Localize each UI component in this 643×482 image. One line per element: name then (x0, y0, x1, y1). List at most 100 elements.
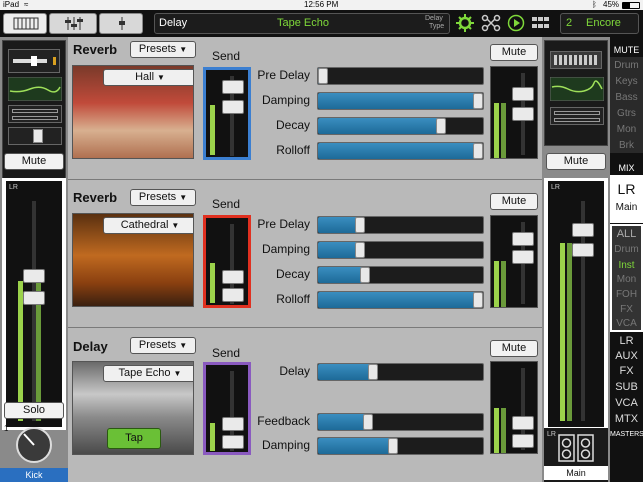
return-knob-alt[interactable] (512, 434, 534, 448)
send-label: Send (212, 197, 241, 211)
bus-item[interactable]: LR (610, 335, 643, 347)
main-bus-tile[interactable]: LR Main (544, 428, 608, 482)
view-item[interactable]: VCA (610, 318, 643, 329)
view-item[interactable]: Drum (610, 244, 643, 255)
return-knob-alt[interactable] (512, 107, 534, 121)
mute-group-item[interactable]: Drum (610, 60, 643, 71)
mute-group-item[interactable]: Brk (610, 140, 643, 151)
presets-button[interactable]: Presets ▼ (130, 189, 196, 206)
send-meter (210, 263, 215, 303)
masters-label[interactable]: MASTERS (610, 431, 643, 438)
master-mute-button[interactable]: Mute (546, 153, 606, 170)
param-slider[interactable] (317, 413, 484, 431)
return-knob[interactable] (512, 87, 534, 101)
mute-button[interactable]: Mute (490, 340, 538, 357)
return-knob-alt[interactable] (512, 250, 534, 264)
mixer-view-button[interactable] (49, 13, 97, 34)
mix-title: MIX (618, 163, 635, 173)
param-slider[interactable] (317, 67, 484, 85)
send-knob[interactable] (222, 80, 244, 94)
master-fader-knob[interactable] (572, 223, 594, 237)
left-channel-strip: Mute LR Solo 1 Kick (0, 37, 68, 482)
channel-number: 1 (4, 424, 9, 433)
view-item[interactable]: ALL (610, 228, 643, 240)
param-slider[interactable] (317, 437, 484, 455)
bus-item[interactable]: AUX (610, 350, 643, 362)
mute-group-item[interactable]: Mon (610, 124, 643, 135)
fader-knob[interactable] (23, 269, 45, 283)
master-overview[interactable] (544, 40, 608, 146)
side-navigation: MUTE Drum Keys Bass Gtrs Mon Brk MIX LR … (610, 37, 643, 482)
return-knob[interactable] (512, 232, 534, 246)
lr-main-tile[interactable]: LR Main (610, 175, 643, 223)
view-item[interactable]: FX (610, 304, 643, 315)
fader-knob-alt[interactable] (23, 291, 45, 305)
return-meter (494, 103, 499, 158)
mute-group-item[interactable]: Keys (610, 76, 643, 87)
eq-thumb (8, 77, 62, 101)
param-slider[interactable] (317, 142, 484, 160)
fx-title-bar[interactable]: Delay Tape Echo Delay Type (154, 13, 450, 34)
eq-thumb (550, 77, 604, 101)
return-fader[interactable] (490, 215, 538, 308)
gear-icon[interactable] (456, 14, 474, 32)
preset-dropdown[interactable]: Hall ▼ (103, 69, 193, 86)
param-label: Feedback (257, 414, 310, 428)
status-bar: iPad ≈ 12:56 PM ᛒ 45% (0, 0, 643, 10)
routing-icon[interactable] (481, 14, 501, 32)
gain-knob-icon[interactable] (14, 425, 54, 465)
mute-groups-title: MUTE (613, 45, 640, 55)
preset-dropdown[interactable]: Cathedral ▼ (103, 217, 193, 234)
clock: 12:56 PM (304, 0, 339, 9)
mute-button[interactable]: Mute (490, 193, 538, 210)
grid-icon[interactable] (532, 15, 550, 31)
wifi-icon: ≈ (24, 0, 29, 9)
meter-lr-label: LR (551, 184, 560, 191)
param-label: Pre Delay (257, 68, 310, 82)
fx-panel: Reverb Presets ▼ Hall ▼ Send Pre Delay Dam… (68, 37, 542, 482)
view-item[interactable]: FOH (610, 289, 643, 300)
pan-slider[interactable] (8, 127, 62, 145)
param-slider[interactable] (317, 92, 484, 110)
preset-dropdown[interactable]: Tape Echo ▼ (103, 365, 193, 382)
battery-icon (622, 2, 640, 9)
tap-button[interactable]: Tap (107, 428, 161, 449)
mute-button[interactable]: Mute (4, 153, 64, 170)
param-slider[interactable] (317, 266, 484, 284)
mute-group-item[interactable]: Bass (610, 92, 643, 103)
return-fader[interactable] (490, 361, 538, 454)
play-icon[interactable] (507, 14, 525, 32)
lr-label: LR (617, 181, 636, 197)
mute-group-item[interactable]: Gtrs (610, 108, 643, 119)
channel-fader-area: LR (2, 178, 66, 430)
bus-item[interactable]: VCA (610, 397, 643, 409)
scene-selector[interactable]: 2 Encore (560, 13, 639, 34)
top-toolbar: Delay Tape Echo Delay Type 2 Encore (0, 10, 643, 37)
bus-item[interactable]: FX (610, 365, 643, 377)
presets-button[interactable]: Presets ▼ (130, 41, 196, 58)
view-item[interactable]: Mon (610, 274, 643, 285)
master-fader-knob-alt[interactable] (572, 243, 594, 257)
solo-button[interactable]: Solo (4, 402, 64, 419)
return-fader[interactable] (490, 66, 538, 159)
return-knob[interactable] (512, 416, 534, 430)
param-slider[interactable] (317, 216, 484, 234)
channel-view-button[interactable] (3, 13, 47, 34)
presets-button[interactable]: Presets ▼ (130, 337, 196, 354)
channel-name[interactable]: Kick (0, 468, 68, 482)
param-label: Decay (275, 118, 310, 132)
mute-button[interactable]: Mute (490, 44, 538, 61)
param-slider[interactable] (317, 363, 484, 381)
view-item-active[interactable]: Inst (610, 260, 643, 271)
return-meter (501, 261, 506, 307)
param-slider[interactable] (317, 291, 484, 309)
single-fader-button[interactable] (99, 13, 143, 34)
bus-item[interactable]: MTX (610, 413, 643, 425)
param-slider[interactable] (317, 241, 484, 259)
fx-name: Delay (159, 17, 188, 29)
param-slider[interactable] (317, 117, 484, 135)
bus-item[interactable]: SUB (610, 381, 643, 393)
send-label: Send (212, 346, 241, 360)
cathedral-image: Cathedral ▼ (72, 213, 194, 307)
return-meter (501, 408, 506, 453)
